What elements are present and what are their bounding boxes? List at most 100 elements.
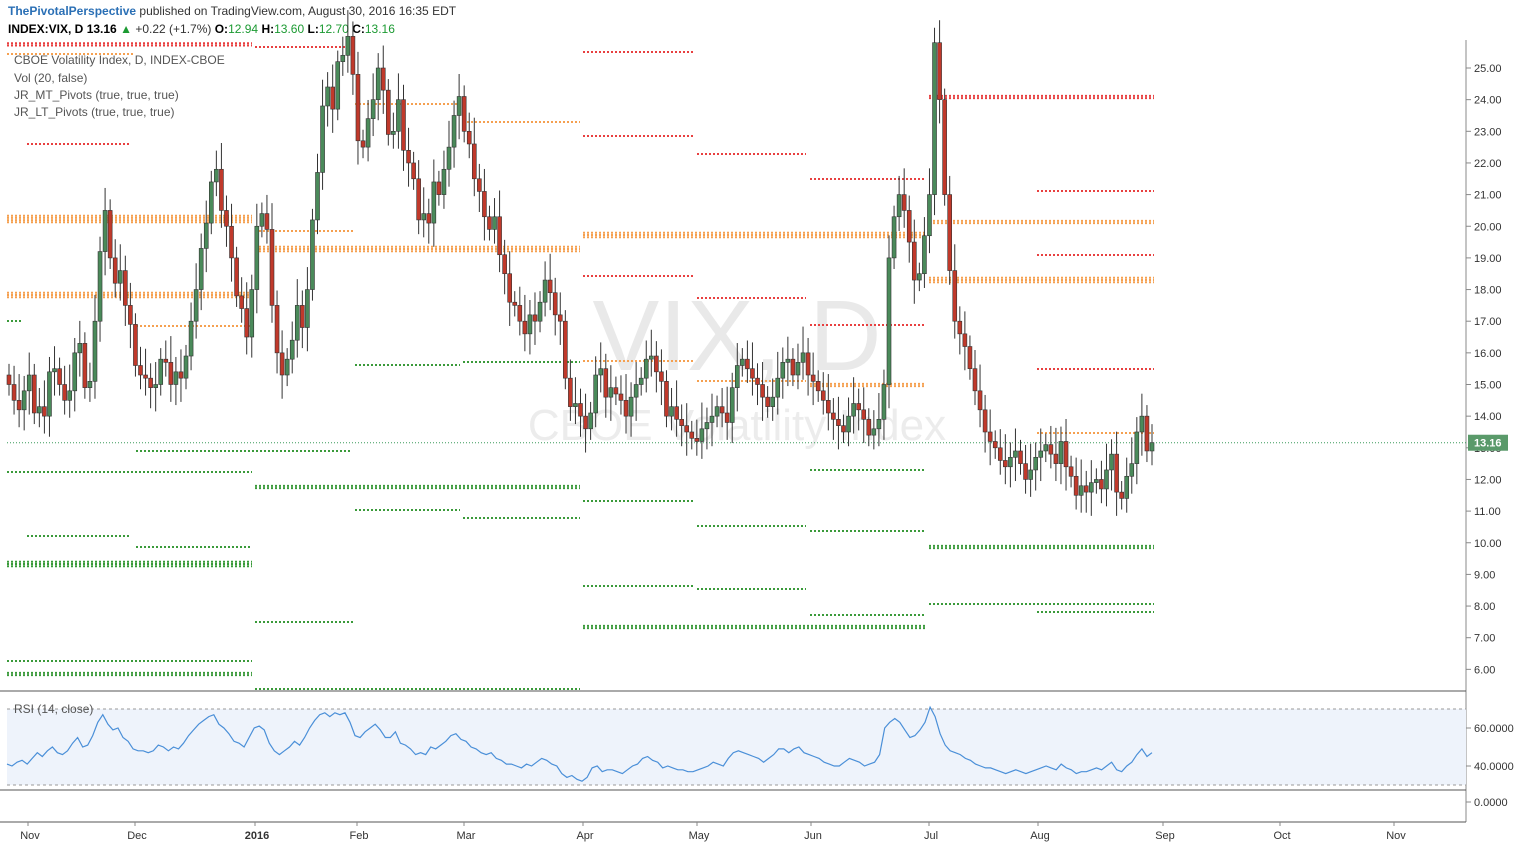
candle xyxy=(997,447,1003,461)
chart-canvas[interactable]: VIX, D CBOE Volatility Index 25.0024.002… xyxy=(0,0,1524,850)
candle xyxy=(411,162,416,180)
candle xyxy=(871,428,877,436)
candle xyxy=(315,172,320,221)
price-axis[interactable]: 25.00 24.00 23.00 22.00 21.00 20.00 19.00 18.00… xyxy=(1466,63,1514,809)
price-tick-label: 24.00 xyxy=(1474,95,1502,107)
candle xyxy=(163,358,169,363)
candle xyxy=(229,225,234,259)
candle xyxy=(416,178,421,221)
candle xyxy=(588,412,593,430)
candle xyxy=(82,343,88,388)
candle xyxy=(987,431,993,442)
candle xyxy=(37,406,42,414)
candle xyxy=(158,358,164,385)
candle xyxy=(375,67,381,100)
candle xyxy=(482,191,487,218)
candle xyxy=(1124,475,1130,499)
candle xyxy=(815,381,821,392)
price-tick-label: 11.00 xyxy=(1474,506,1501,518)
candle xyxy=(654,355,659,373)
rsi-tick-label: 40.0000 xyxy=(1474,761,1514,773)
candle xyxy=(1003,460,1008,468)
candle xyxy=(805,352,811,376)
candle xyxy=(72,352,78,392)
time-tick-label: Jul xyxy=(924,830,938,842)
candle xyxy=(699,428,705,442)
candle xyxy=(906,210,912,243)
candle xyxy=(512,301,518,306)
candle xyxy=(952,270,958,322)
candle xyxy=(1083,485,1089,493)
price-tick-label: 20.00 xyxy=(1474,221,1502,233)
candle xyxy=(183,355,189,379)
candle xyxy=(97,251,103,322)
candle xyxy=(527,314,533,335)
candle xyxy=(557,314,563,322)
candle xyxy=(1068,466,1074,477)
candle xyxy=(451,115,457,148)
price-tick-label: 25.00 xyxy=(1474,63,1502,75)
price-tick-label: 19.00 xyxy=(1474,253,1502,265)
candle xyxy=(1109,453,1114,471)
candle xyxy=(214,168,219,183)
candle xyxy=(1119,491,1124,499)
candle xyxy=(386,89,391,135)
candle xyxy=(492,216,497,230)
candle xyxy=(578,403,583,417)
candle xyxy=(57,368,62,385)
candle xyxy=(133,324,138,366)
candle xyxy=(456,96,462,116)
candle xyxy=(1038,450,1044,458)
candle xyxy=(861,409,867,420)
candle xyxy=(274,305,280,354)
price-tick-label: 12.00 xyxy=(1474,474,1502,486)
candle xyxy=(497,216,502,256)
candle xyxy=(11,384,17,401)
time-tick-label: Oct xyxy=(1273,830,1290,842)
candle xyxy=(1053,453,1059,464)
candle xyxy=(87,381,93,388)
legend: CBOE Volatility Index, D, INDEX-CBOE Vol… xyxy=(14,53,225,716)
candle xyxy=(1033,456,1038,471)
candle xyxy=(704,422,710,430)
candle xyxy=(856,403,861,411)
candle xyxy=(305,289,310,328)
rsi-tick-label: 0.0000 xyxy=(1474,797,1508,809)
time-tick-label: Feb xyxy=(350,830,369,842)
candle xyxy=(1063,441,1069,468)
candle xyxy=(345,36,351,56)
price-tick-label: 22.00 xyxy=(1474,158,1502,170)
candle xyxy=(355,74,361,142)
candle xyxy=(780,362,786,379)
time-tick-label: Aug xyxy=(1030,830,1050,842)
candle xyxy=(851,403,856,417)
candle xyxy=(1043,444,1049,452)
candle xyxy=(153,384,158,388)
candle xyxy=(1023,463,1028,480)
candle xyxy=(820,390,826,401)
candle xyxy=(461,96,467,132)
candle xyxy=(927,194,932,237)
price-tick-label: 14.00 xyxy=(1474,411,1502,423)
candle xyxy=(846,415,851,433)
candle xyxy=(552,292,558,316)
rsi-pane[interactable] xyxy=(6,705,1466,786)
price-tick-label: 8.00 xyxy=(1474,601,1495,613)
candle xyxy=(1149,442,1155,452)
candle xyxy=(1048,444,1054,455)
legend-mt-pivots: JR_MT_Pivots (true, true, true) xyxy=(14,88,179,102)
time-tick-label: Jun xyxy=(804,830,822,842)
candle xyxy=(436,181,442,195)
candle xyxy=(967,346,973,369)
legend-lt-pivots: JR_LT_Pivots (true, true, true) xyxy=(14,105,175,119)
time-tick-label: May xyxy=(689,830,710,842)
time-tick-label: 2016 xyxy=(245,830,269,842)
candle xyxy=(1018,450,1023,464)
candle xyxy=(891,216,897,259)
candle xyxy=(866,419,872,436)
candle xyxy=(694,438,700,442)
candle xyxy=(123,270,128,306)
time-axis[interactable]: Nov Dec 2016 Feb Mar Apr May Jun Jul Aug Sep Oct Nov xyxy=(20,822,1406,842)
candle xyxy=(254,225,260,290)
candle xyxy=(335,61,341,110)
